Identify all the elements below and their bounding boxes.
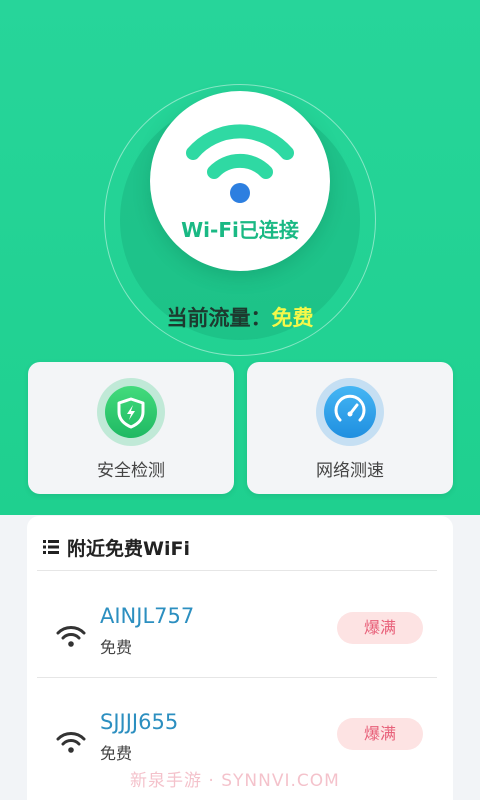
nearby-wifi-list: 附近免费WiFi AINJL757 免费 爆满 SJJJJ655 免费 爆满 [27,516,453,800]
speed-test-button[interactable]: 网络测速 [247,362,453,494]
wifi-signal-icon [56,732,86,753]
security-check-label: 安全检测 [97,461,165,481]
hero-section: Wi-Fi已连接 当前流量：免费 安全检测 网络测速 [0,0,480,515]
wifi-type: 免费 [100,638,133,657]
connection-status-label: Wi-Fi已连接 [181,218,299,242]
traffic-info: 当前流量：免费 [0,302,480,332]
security-badge [97,378,165,446]
nearby-wifi-header: 附近免费WiFi [43,534,190,560]
wifi-type: 免费 [100,744,133,763]
security-check-button[interactable]: 安全检测 [28,362,234,494]
traffic-label: 当前流量： [166,306,272,330]
nearby-wifi-title: 附近免费WiFi [67,537,190,560]
shield-lightning-icon [117,397,145,429]
list-item[interactable]: AINJL757 免费 爆满 [27,596,453,676]
list-icon [43,540,59,554]
divider [37,677,437,678]
status-badge[interactable]: 爆满 [337,612,423,644]
wifi-ssid: SJJJJ655 [100,710,179,734]
speed-badge [316,378,384,446]
wifi-signal-icon [56,626,86,647]
status-badge[interactable]: 爆满 [337,718,423,750]
wifi-icon [186,124,294,203]
speedometer-icon [334,394,366,422]
traffic-value: 免费 [271,306,314,330]
wifi-ssid: AINJL757 [100,604,195,628]
divider [37,570,437,571]
watermark: 新泉手游 · SYNNVI.COM [130,771,340,791]
speed-test-label: 网络测速 [316,461,384,481]
